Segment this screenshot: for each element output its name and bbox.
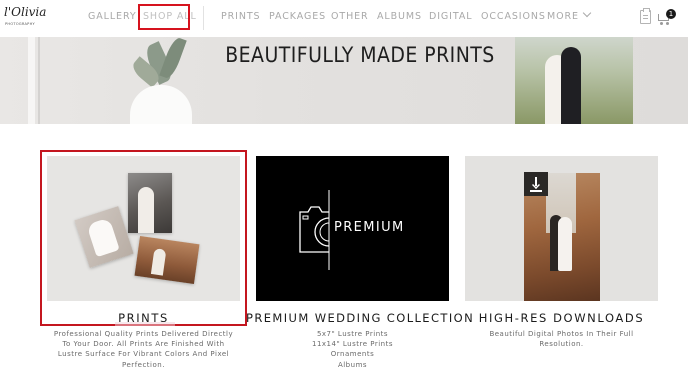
hero-couple-photo [515,37,633,124]
description-line: Ornaments [330,350,375,359]
nav-more[interactable]: MORE [547,8,592,22]
shop-all-highlight [138,4,190,30]
downloads-card-title[interactable]: HIGH-RES DOWNLOADS [465,311,658,325]
description-line: 11x14" Lustre Prints [311,340,393,349]
nav-other[interactable]: OTHER [331,11,369,22]
description-line: Resolution. [539,340,584,349]
nav-digital[interactable]: DIGITAL [429,11,472,22]
site-header: l'Olivia PHOTOGRAPHY GALLERY SHOP ALL PR… [0,0,688,36]
hero-banner: BEAUTIFULLY MADE PRINTS [0,37,688,124]
hero-title: BEAUTIFULLY MADE PRINTS [225,43,495,67]
nav-divider [203,6,204,30]
clipboard-icon[interactable] [640,8,651,24]
premium-card-description: 5x7" Lustre Prints 11x14" Lustre Prints … [256,329,449,368]
chevron-down-icon [582,8,592,18]
download-icon[interactable] [524,172,548,196]
nav-packages[interactable]: PACKAGES [269,11,326,22]
prints-card-description: Professional Quality Prints Delivered Di… [47,329,240,368]
description-line: 5x7" Lustre Prints [316,330,389,338]
downloads-card-description: Beautiful Digital Photos In Their Full R… [465,329,658,349]
cart-icon[interactable]: 1 [657,9,676,26]
premium-image-text: PREMIUM [334,220,405,235]
logo-script: l'Olivia [4,5,47,19]
nav-gallery[interactable]: GALLERY [88,11,137,22]
premium-card-title[interactable]: PREMIUM WEDDING COLLECTION [246,311,473,325]
nav-occasions[interactable]: OCCASIONS [481,11,546,22]
logo-subtext: PHOTOGRAPHY [5,22,35,26]
site-logo[interactable]: l'Olivia PHOTOGRAPHY [4,5,46,31]
prints-card-highlight [40,150,247,326]
description-line: Professional Quality Prints Delivered Di… [53,330,234,338]
premium-card-image[interactable]: PREMIUM [256,156,449,301]
downloads-card-image[interactable] [465,156,658,301]
cart-count-badge: 1 [666,9,676,19]
nav-albums[interactable]: ALBUMS [377,11,422,22]
description-line: Albums [337,360,368,368]
prints-card-title[interactable]: PRINTS [47,311,240,325]
description-line: To Your Door. All Prints Are Finished Wi… [62,340,225,349]
description-line: Perfection. [122,360,165,368]
nav-more-label: MORE [547,11,579,22]
nav-prints[interactable]: PRINTS [221,11,260,22]
description-line: Beautiful Digital Photos In Their Full [489,330,634,338]
description-line: Lustre Surface For Vibrant Colors And Pi… [57,350,230,359]
